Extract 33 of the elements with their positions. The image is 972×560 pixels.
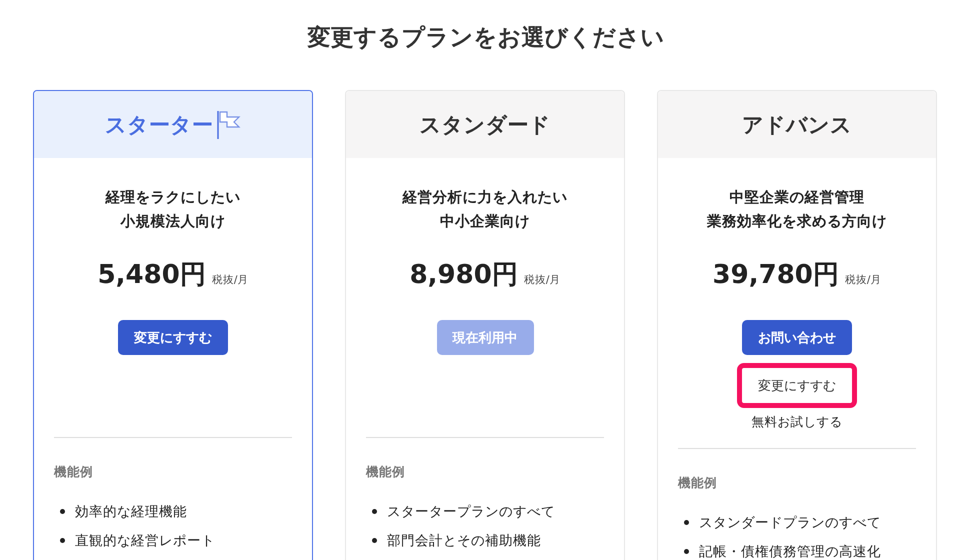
feature-item: 記帳・債権債務管理の高速化 <box>699 542 881 560</box>
features-heading: 機能例 <box>366 464 406 481</box>
feature-item: 直観的な経営レポート <box>75 532 215 550</box>
plan-name: スタンダード <box>420 112 550 138</box>
plan-button[interactable]: 変更にすすむ <box>118 320 228 355</box>
bullet-icon <box>684 520 689 525</box>
feature-item: 効率的な経理機能 <box>75 502 187 520</box>
flag-icon <box>217 110 241 140</box>
plan-button[interactable]: 変更にすすむ <box>737 363 857 408</box>
price-unit: 税抜/月 <box>844 273 882 287</box>
price-unit: 税抜/月 <box>212 273 248 287</box>
bullet-icon <box>372 509 377 514</box>
plan-price: 39,780円 <box>712 259 839 292</box>
page-title: 変更するプランをお選びください <box>306 24 666 53</box>
price-unit: 税抜/月 <box>524 273 560 287</box>
feature-item: スタンダードプランのすべて <box>699 514 881 532</box>
plan-name: アドバンス <box>742 112 852 138</box>
features-heading: 機能例 <box>54 464 94 481</box>
trial-link[interactable]: 無料お試しする <box>752 414 842 431</box>
feature-item: 部門会計とその補助機能 <box>387 532 541 550</box>
plan-button[interactable]: お問い合わせ <box>742 320 852 355</box>
bullet-icon <box>372 538 377 543</box>
features-heading: 機能例 <box>678 475 718 492</box>
plan-price: 8,980円 <box>410 259 518 292</box>
plan-name: スターター <box>105 112 213 138</box>
bullet-icon <box>684 549 689 554</box>
bullet-icon <box>60 538 65 543</box>
plan-description: 経理をラクにしたい 小規模法人向け <box>104 189 242 232</box>
bullet-icon <box>60 509 65 514</box>
plan-description: 経営分析に力を入れたい 中小企業向け <box>401 188 568 232</box>
plan-price: 5,480円 <box>98 259 206 292</box>
plan-description: 中堅企業の経営管理 業務効率化を求める方向け <box>706 188 888 232</box>
feature-item: スタータープランのすべて <box>387 502 555 520</box>
